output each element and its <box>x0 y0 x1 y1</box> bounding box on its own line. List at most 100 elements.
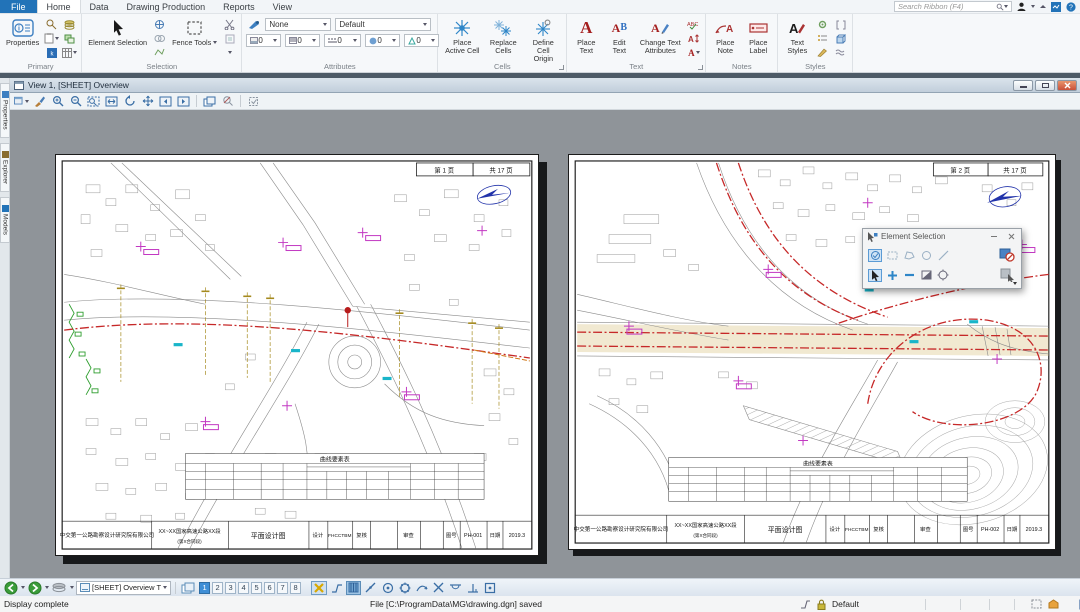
sheet-1[interactable]: 曲线要素表 中交第一公路勘察设计研究院有限公司 XX~XX国家高速公路XX段 (… <box>55 154 539 556</box>
snap-perpendicular-icon[interactable] <box>465 581 480 595</box>
dock-tab-properties[interactable]: Properties <box>0 83 10 138</box>
selection-set-status-icon[interactable] <box>1031 599 1042 609</box>
models-grid-icon[interactable] <box>62 46 77 59</box>
dock-tab-models[interactable]: Models <box>0 197 10 243</box>
active-transparency-combo[interactable]: 0 <box>365 34 400 47</box>
selection-method-invert-icon[interactable] <box>919 269 933 282</box>
zoom-out-icon[interactable] <box>68 94 83 108</box>
element-template-combo[interactable]: None <box>265 18 331 31</box>
accudraw-toggle-icon[interactable] <box>311 581 327 595</box>
selection-mode-individual-icon[interactable] <box>868 249 882 262</box>
view-toggle-4[interactable]: 4 <box>238 582 249 594</box>
dialog-minimize-icon[interactable] <box>988 232 1000 242</box>
style-list-icon[interactable] <box>815 32 830 45</box>
saved-views-icon[interactable] <box>51 581 68 595</box>
disable-handles-icon[interactable] <box>998 247 1016 263</box>
text-styles-button[interactable]: A Text Styles <box>782 16 812 56</box>
selection-mode-shape-icon[interactable] <box>902 249 916 262</box>
style-pen-icon[interactable] <box>815 46 830 59</box>
fence-status-icon[interactable] <box>1048 599 1059 609</box>
define-cell-origin-button[interactable]: Define Cell Origin <box>524 16 562 64</box>
view-groups-icon[interactable] <box>180 581 197 595</box>
select-circle-icon[interactable] <box>152 32 167 45</box>
user-icon[interactable] <box>1017 2 1026 12</box>
snap-bisector-icon[interactable] <box>414 581 429 595</box>
view-toggle-1[interactable]: 1 <box>199 582 210 594</box>
selection-method-subtract-icon[interactable] <box>902 269 916 282</box>
fence-clip-icon[interactable] <box>222 32 237 45</box>
select-by-attributes-icon[interactable] <box>152 18 167 31</box>
dialog-close-icon[interactable] <box>1005 232 1017 242</box>
element-selection-button[interactable]: Element Selection <box>86 16 149 48</box>
view-previous-icon[interactable] <box>158 94 173 108</box>
style-waves-icon[interactable] <box>833 46 848 59</box>
select-all-handles-icon[interactable] <box>998 267 1016 283</box>
snap-center-icon[interactable] <box>380 581 395 595</box>
search-caret-icon[interactable] <box>1004 5 1008 8</box>
copy-view-icon[interactable] <box>202 94 217 108</box>
drawing-canvas[interactable]: 曲线要素表 中交第一公路勘察设计研究院有限公司 XX~XX国家高速公路XX段 (… <box>10 110 1080 578</box>
tab-view[interactable]: View <box>264 0 301 13</box>
element-selection-dialog-titlebar[interactable]: Element Selection <box>863 229 1021 244</box>
view-toggle-6[interactable]: 6 <box>264 582 275 594</box>
tab-home[interactable]: Home <box>37 0 81 13</box>
rotate-view-icon[interactable] <box>122 94 137 108</box>
text-match-icon[interactable]: A <box>686 32 701 45</box>
selection-mode-circle-icon[interactable] <box>919 249 933 262</box>
view-maximize-button[interactable] <box>1035 80 1055 91</box>
fence-more-icon[interactable] <box>222 46 237 59</box>
lock-status-icon[interactable] <box>817 599 826 610</box>
selection-method-new-icon[interactable] <box>868 269 882 282</box>
update-view-icon[interactable] <box>32 94 47 108</box>
fence-tools-button[interactable]: Fence Tools <box>170 16 219 48</box>
selection-mode-block-icon[interactable] <box>885 249 899 262</box>
selection-method-add-icon[interactable] <box>885 269 899 282</box>
tab-data[interactable]: Data <box>81 0 118 13</box>
levels-icon[interactable] <box>62 18 77 31</box>
view-next-nav-icon[interactable] <box>27 581 43 595</box>
clip-volume-icon[interactable] <box>220 94 235 108</box>
snap-nearest-icon[interactable] <box>329 581 344 595</box>
clipboard-icon[interactable] <box>44 32 59 45</box>
replace-cells-button[interactable]: Replace Cells <box>485 16 521 56</box>
clip-mask-icon[interactable] <box>246 94 261 108</box>
view-close-button[interactable] <box>1057 80 1077 91</box>
spell-check-icon[interactable]: ABC <box>686 18 701 31</box>
view-previous-caret-icon[interactable] <box>21 586 25 589</box>
key-in-icon[interactable]: k <box>44 46 59 59</box>
place-label-button[interactable]: Place Label <box>743 16 773 56</box>
snap-point-on-icon[interactable] <box>482 581 497 595</box>
view-window-titlebar[interactable]: View 1, [SHEET] Overview <box>10 78 1080 93</box>
change-text-attributes-button[interactable]: A Change Text Attributes <box>637 16 683 56</box>
text-dialog-launcher[interactable] <box>698 65 703 70</box>
view-next-icon[interactable] <box>176 94 191 108</box>
ribbon-search-input[interactable]: Search Ribbon (F4) <box>894 1 1012 12</box>
tab-reports[interactable]: Reports <box>214 0 264 13</box>
dock-tab-explorer[interactable]: Explorer <box>0 143 10 192</box>
active-level-status[interactable]: Default <box>832 599 859 609</box>
place-active-cell-button[interactable]: Place Active Cell <box>442 16 482 56</box>
zoom-in-icon[interactable] <box>50 94 65 108</box>
active-model-selector[interactable]: [SHEET] Overview T <box>76 581 171 595</box>
cells-dialog-launcher[interactable] <box>559 65 564 70</box>
pan-view-icon[interactable] <box>140 94 155 108</box>
view-toggle-7[interactable]: 7 <box>277 582 288 594</box>
style-gear-icon[interactable] <box>815 18 830 31</box>
view-next-caret-icon[interactable] <box>45 586 49 589</box>
place-text-button[interactable]: A Place Text <box>571 16 601 56</box>
help-icon[interactable]: ? <box>1066 2 1076 12</box>
style-cube-icon[interactable] <box>833 32 848 45</box>
place-note-button[interactable]: A Place Note <box>710 16 740 56</box>
minimize-ribbon-icon[interactable] <box>1040 5 1046 8</box>
view-toggle-8[interactable]: 8 <box>290 582 301 594</box>
fit-view-icon[interactable] <box>104 94 119 108</box>
active-linestyle-combo[interactable]: 0 <box>324 34 361 47</box>
view-minimize-button[interactable] <box>1013 80 1033 91</box>
user-caret-icon[interactable] <box>1031 5 1035 8</box>
references-icon[interactable] <box>62 32 77 45</box>
active-level-combo[interactable]: 0 <box>246 34 281 47</box>
connect-icon[interactable] <box>1051 2 1061 12</box>
snap-intersection-icon[interactable] <box>431 581 446 595</box>
select-cell-icon[interactable] <box>152 46 167 59</box>
selection-mode-line-icon[interactable] <box>936 249 950 262</box>
